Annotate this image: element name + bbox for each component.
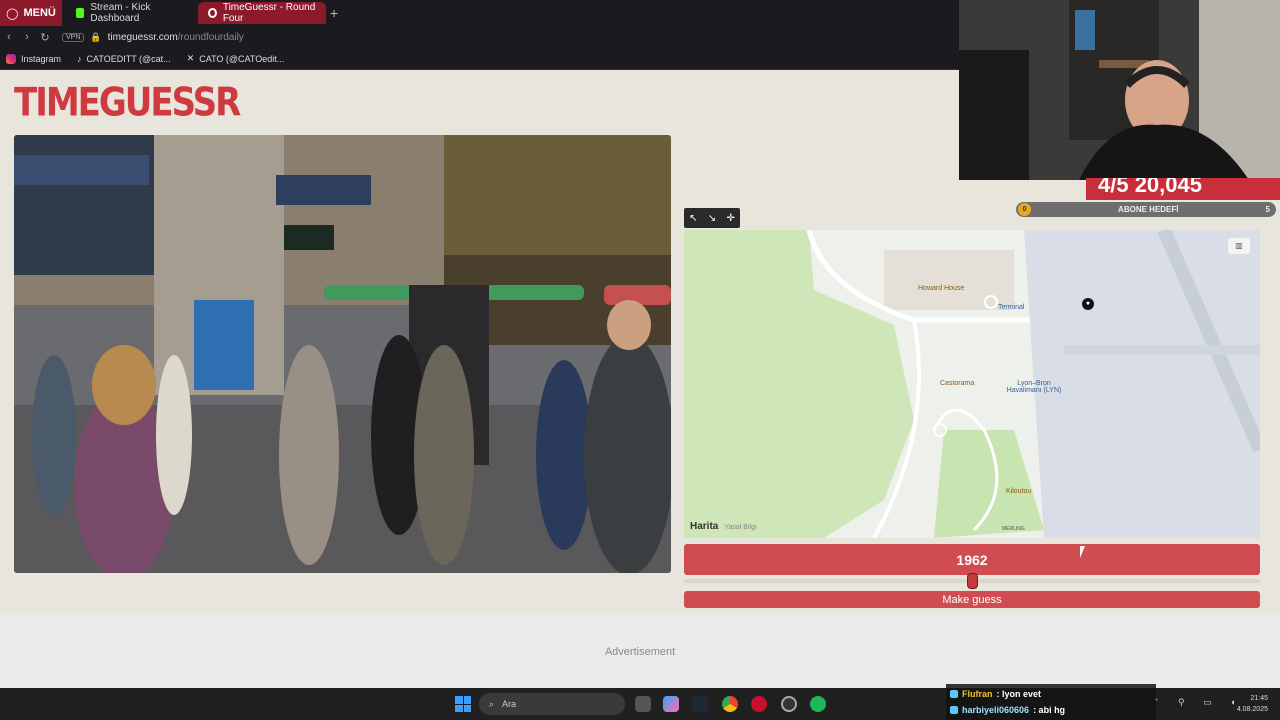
vpn-badge[interactable]: VPN: [62, 32, 85, 42]
opera-icon: ◯: [6, 7, 19, 20]
stream-chat-overlay: Flufran : lyon evet harbiyeli060606 : ab…: [946, 684, 1156, 720]
search-placeholder: Ara: [502, 699, 517, 709]
reload-icon[interactable]: ↻: [36, 31, 54, 44]
browser-menu-button[interactable]: ◯ MENÜ: [0, 0, 62, 26]
map-label-castorama[interactable]: Castorama: [940, 380, 974, 387]
search-icon: ⌕: [489, 698, 495, 709]
station-scene-image: [14, 135, 671, 573]
mouse-cursor-icon: [1080, 546, 1090, 558]
goal-label: ABONE HEDEFİ: [1118, 205, 1179, 214]
url-host: timeguessr.com: [107, 31, 178, 43]
tab-label: TimeGuessr - Round Four: [222, 2, 316, 24]
pin-map-icon[interactable]: ✛: [726, 213, 734, 224]
webcam-feed: [959, 0, 1280, 180]
subscriber-goal-bar: 0 ABONE HEDEFİ 5: [1016, 202, 1276, 217]
year-slider-thumb[interactable]: [966, 573, 978, 589]
url-path: /roundfourdaily: [177, 31, 244, 43]
tab-label: Stream - Kick Dashboard: [90, 2, 151, 24]
chrome-icon[interactable]: [722, 696, 738, 712]
x-icon: ✕: [186, 53, 195, 63]
kick-icon: [76, 8, 85, 18]
shrink-map-icon[interactable]: ↘: [708, 213, 716, 224]
chat-badge-icon: [950, 690, 958, 698]
chat-username: harbiyeli060606: [962, 705, 1030, 715]
tiktok-icon: ♪: [77, 53, 82, 64]
chat-message: harbiyeli060606 : abi hg: [950, 702, 1152, 718]
bookmark-label: CATO (@CATOedit...: [199, 53, 285, 64]
clock-date: 4.08.2025: [1236, 706, 1268, 713]
menu-label: MENÜ: [23, 7, 56, 19]
bookmark-label: Instagram: [21, 53, 62, 64]
advertisement-label: Advertisement: [604, 645, 676, 658]
steam-icon[interactable]: [692, 696, 708, 712]
app-icon[interactable]: [781, 696, 797, 712]
url-field[interactable]: timeguessr.com/roundfourdaily: [108, 32, 244, 43]
tab-timeguessr[interactable]: TimeGuessr - Round Four: [198, 2, 326, 24]
expand-map-icon[interactable]: ↖: [689, 213, 697, 224]
legal-link[interactable]: Yasal Bilgi: [724, 524, 756, 531]
copilot-icon[interactable]: [663, 696, 679, 712]
apple-maps-label: Harita: [690, 521, 719, 532]
timeguessr-logo[interactable]: TIMEGUESSR: [14, 80, 241, 126]
webcam-overlay: [959, 0, 1280, 180]
forward-icon[interactable]: ›: [18, 31, 36, 43]
make-guess-button[interactable]: Make guess: [684, 591, 1260, 608]
map-layers-icon[interactable]: ▥: [1228, 238, 1250, 254]
chat-username: Flufran: [962, 689, 993, 699]
bookmark-x[interactable]: ✕ CATO (@CATOedit...: [187, 53, 285, 64]
bookmark-instagram[interactable]: Instagram: [6, 53, 62, 64]
globe-icon: [208, 8, 217, 18]
map-label-howard-house[interactable]: Howard House: [918, 285, 964, 292]
bookmark-label: CATOEDITT (@cat...: [86, 53, 171, 64]
advertisement-area: Advertisement: [0, 615, 1280, 688]
year-display: 1962: [684, 544, 1260, 575]
taskbar-search[interactable]: ⌕ Ara: [479, 693, 625, 715]
guess-map[interactable]: Howard House Terminal Castorama Lyon–Bro…: [684, 230, 1260, 538]
back-icon[interactable]: ‹: [0, 31, 18, 43]
chat-text: : abi hg: [1033, 705, 1066, 715]
chat-message: Flufran : lyon evet: [950, 686, 1152, 702]
tab-kick-dashboard[interactable]: Stream - Kick Dashboard: [66, 2, 194, 24]
task-view-icon[interactable]: [635, 696, 651, 712]
windows-start-icon[interactable]: [455, 696, 471, 712]
map-label-airport[interactable]: Lyon–Bron Havalimanı (LYN): [1002, 380, 1066, 394]
instagram-icon: [6, 53, 16, 64]
opera-gx-icon[interactable]: [751, 696, 767, 712]
goal-target: 5: [1265, 205, 1270, 214]
map-label-road: MERLING: [1002, 526, 1025, 532]
round-photo[interactable]: [14, 135, 671, 573]
guess-pin-icon[interactable]: ●: [1082, 298, 1094, 310]
goal-current: 0: [1018, 203, 1031, 216]
chat-text: : lyon evet: [996, 689, 1042, 699]
new-tab-button[interactable]: +: [330, 5, 338, 21]
chat-badge-icon: [950, 706, 958, 714]
lock-icon[interactable]: 🔒: [90, 32, 101, 43]
map-label-kiloutou[interactable]: Kiloutou: [1006, 488, 1031, 495]
spotify-icon[interactable]: [810, 696, 826, 712]
clock-time: 21:45: [1250, 695, 1268, 702]
bookmark-tiktok[interactable]: ♪ CATOEDITT (@cat...: [77, 54, 171, 64]
map-label-terminal[interactable]: Terminal: [998, 304, 1024, 311]
system-tray-icons[interactable]: ⌃ ⚲ ▭ ◖: [1152, 697, 1244, 708]
map-tools: ↖ ↘ ✛: [684, 208, 740, 228]
clock[interactable]: 21:45 4.08.2025: [1237, 693, 1268, 715]
score-banner: 4/5 20,045: [1086, 178, 1280, 200]
map-attribution: Harita Yasal Bilgi: [690, 521, 757, 532]
